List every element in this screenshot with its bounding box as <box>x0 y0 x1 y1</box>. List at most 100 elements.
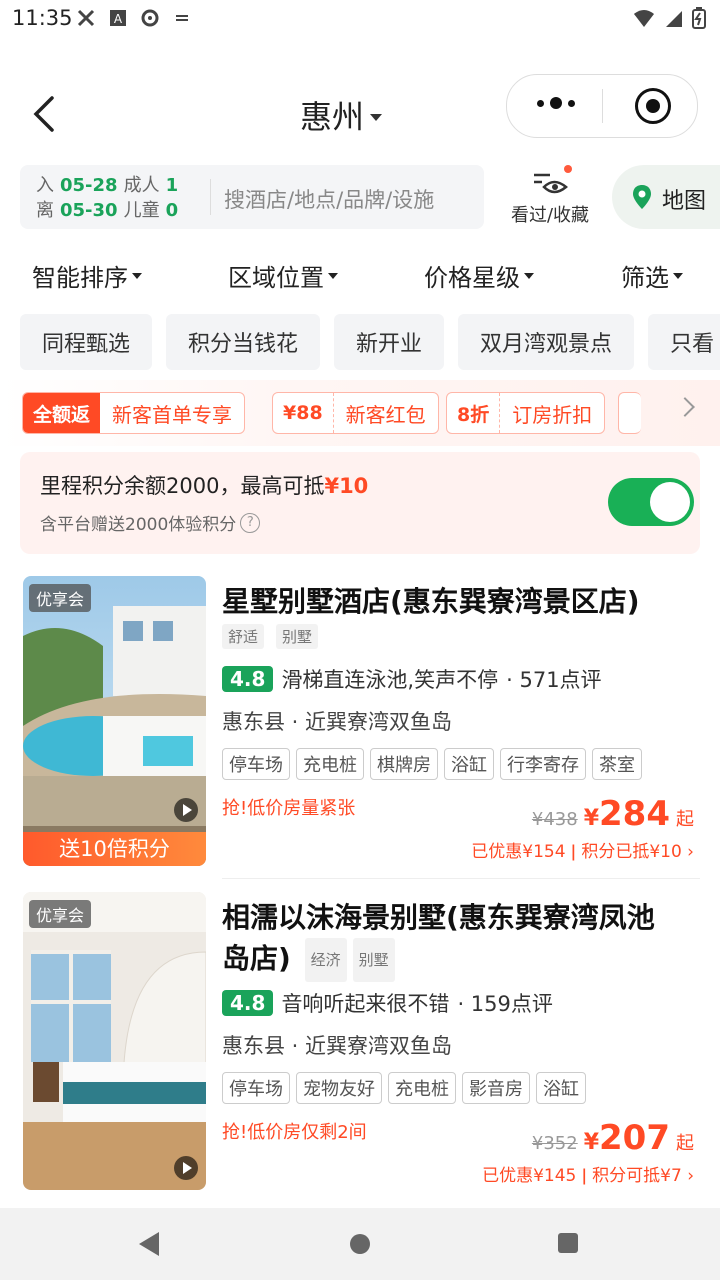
hotel-1-urgency: 抢!低价房量紧张 <box>222 798 356 819</box>
hotel-1-photo[interactable]: 优享会 送10倍积分 <box>23 576 206 866</box>
more-menu-button[interactable] <box>537 97 575 109</box>
signal-icon <box>666 11 682 27</box>
hotel-2-urgency: 抢!低价房仅剩2间 <box>222 1122 367 1143</box>
hotel-2-tag: 别墅 <box>352 938 395 982</box>
hotel-1-price[interactable]: ¥438 ¥284 起 <box>532 794 694 834</box>
promo-cashback[interactable]: 全额返 新客首单专享 <box>22 392 246 434</box>
chip-viewpoint[interactable]: 双月湾观景点 <box>458 314 635 370</box>
original-price: ¥352 <box>531 1133 578 1154</box>
hotel-villa-pool-image <box>23 576 206 866</box>
chip-only[interactable]: 只看 <box>648 314 720 370</box>
hotel-2-tag: 经济 <box>304 938 347 982</box>
caret-down-icon <box>132 272 142 279</box>
adults-label: 成人 <box>123 175 160 196</box>
favorites-label: 看过/收藏 <box>510 205 590 226</box>
chip-new-open[interactable]: 新开业 <box>334 314 445 370</box>
hotel-2-price[interactable]: ¥352 ¥207 起 <box>532 1118 694 1158</box>
promo-tag: 8折 <box>447 393 501 433</box>
points-note: 含平台赠送2000体验积分? <box>40 510 261 535</box>
app-notification-icon <box>77 9 95 27</box>
promo-text: 新客首单专享 <box>112 402 233 427</box>
price-suffix: 起 <box>676 809 694 830</box>
hotel-2-discount[interactable]: 已优惠¥145 ǀ 积分可抵¥7 › <box>482 1161 694 1186</box>
video-play-icon[interactable] <box>174 798 198 822</box>
vip-badge: 优享会 <box>29 900 92 928</box>
caret-down-icon <box>524 272 534 279</box>
status-bar: 11:35 A <box>0 0 720 36</box>
hotel-1-tags: 舒适 别墅 <box>222 624 324 649</box>
nav-back-icon[interactable] <box>139 1232 159 1256</box>
map-pin-icon <box>633 185 651 209</box>
current-price: ¥284 <box>583 794 670 834</box>
nav-recents-icon[interactable] <box>558 1233 578 1253</box>
promo-tag: 全额返 <box>23 393 101 433</box>
hotel-2-facilities: 停车场 宠物友好 充电桩 影音房 浴缸 <box>222 1072 586 1104</box>
font-a-icon: A <box>110 10 126 26</box>
caret-down-icon <box>328 272 338 279</box>
caret-down-icon <box>673 272 683 279</box>
sort-price-star[interactable]: 价格星级 <box>424 258 534 293</box>
hotel-1-discount[interactable]: 已优惠¥154 ǀ 积分已抵¥10 › <box>471 837 694 862</box>
promo-row[interactable]: 全额返 新客首单专享 ¥88 新客红包 8折 订房折扣 <box>0 380 720 446</box>
date-guest-selector[interactable]: 入 05-28 成人 1 离 05-30 儿童 0 <box>36 173 178 223</box>
chip-selected[interactable]: 同程甄选 <box>20 314 153 370</box>
points-banner: 里程积分余额2000，最高可抵¥10 含平台赠送2000体验积分? <box>20 452 700 554</box>
search-input[interactable]: 搜酒店/地点/品牌/设施 <box>224 184 434 214</box>
status-icons: A <box>76 8 192 28</box>
chip-points[interactable]: 积分当钱花 <box>166 314 321 370</box>
map-button[interactable]: 地图 <box>612 165 720 229</box>
eye-list-icon <box>532 165 572 197</box>
wifi-icon <box>634 10 654 27</box>
search-bar[interactable]: 入 05-28 成人 1 离 05-30 儿童 0 搜酒店/地点/品牌/设施 <box>20 165 484 229</box>
chevron-right-icon[interactable] <box>675 397 695 417</box>
children-count: 0 <box>165 200 179 221</box>
price-suffix: 起 <box>676 1133 694 1154</box>
hotel-bedroom-image <box>23 892 206 1190</box>
video-play-icon[interactable] <box>174 1156 198 1180</box>
city-selector[interactable]: 惠州 <box>300 92 383 138</box>
sort-smart[interactable]: 智能排序 <box>32 258 142 293</box>
checkin-label: 入 <box>36 175 54 196</box>
status-right <box>632 7 706 29</box>
status-time: 11:35 <box>12 6 73 30</box>
back-button[interactable] <box>26 90 66 138</box>
review-quote: 滑梯直连泳池,笑声不停 <box>281 668 499 692</box>
data-sync-icon <box>176 15 188 21</box>
help-question-icon[interactable]: ? <box>240 512 261 533</box>
back-arrow-icon <box>33 96 54 132</box>
close-miniprogram-button[interactable] <box>635 88 671 124</box>
sort-filter[interactable]: 筛选 <box>621 258 683 293</box>
promo-discount[interactable]: 8折 订房折扣 <box>446 392 606 434</box>
settings-gear-icon <box>141 9 159 27</box>
sort-bar: 智能排序 区域位置 价格星级 筛选 <box>0 252 720 302</box>
hotel-1-rating[interactable]: 4.8 滑梯直连泳池,笑声不停 · 571点评 <box>222 664 602 694</box>
rating-score: 4.8 <box>222 990 274 1016</box>
hotel-1-facilities: 停车场 充电桩 棋牌房 浴缸 行李寄存 茶室 <box>222 748 642 780</box>
children-label: 儿童 <box>123 200 160 221</box>
miniprogram-capsule <box>506 74 698 138</box>
checkout-date: 05-30 <box>60 200 118 221</box>
system-nav-bar <box>0 1208 720 1280</box>
hotel-2-rating[interactable]: 4.8 音响听起来很不错 · 159点评 <box>222 988 553 1018</box>
hotel-1-name[interactable]: 星墅别墅酒店(惠东巽寮湾景区店) <box>222 582 702 622</box>
battery-icon <box>692 7 706 29</box>
city-dropdown-icon <box>370 113 383 121</box>
history-favorites-button[interactable]: 看过/收藏 <box>500 165 600 231</box>
promo-partial <box>618 392 641 434</box>
quick-filter-chips: 同程甄选 积分当钱花 新开业 双月湾观景点 只看 <box>20 314 720 370</box>
adults-count: 1 <box>165 175 179 196</box>
promo-red-packet[interactable]: ¥88 新客红包 <box>272 392 439 434</box>
hotel-1-location: 惠东县 · 近巽寮湾双鱼岛 <box>222 710 453 734</box>
points-toggle[interactable] <box>608 478 694 526</box>
nav-home-icon[interactable] <box>350 1234 370 1254</box>
review-quote: 音响听起来很不错 <box>281 992 450 1016</box>
hotel-2-name[interactable]: 相濡以沫海景别墅(惠东巽寮湾凤池 岛店) 经济 别墅 <box>222 898 702 982</box>
promo-text: 订房折扣 <box>512 402 593 427</box>
checkout-label: 离 <box>36 200 54 221</box>
city-name: 惠州 <box>300 98 365 136</box>
hotel-2-photo[interactable]: 优享会 <box>23 892 206 1190</box>
original-price: ¥438 <box>531 809 578 830</box>
rating-score: 4.8 <box>222 666 274 692</box>
review-count: · 159点评 <box>457 992 553 1016</box>
sort-area[interactable]: 区域位置 <box>228 258 338 293</box>
